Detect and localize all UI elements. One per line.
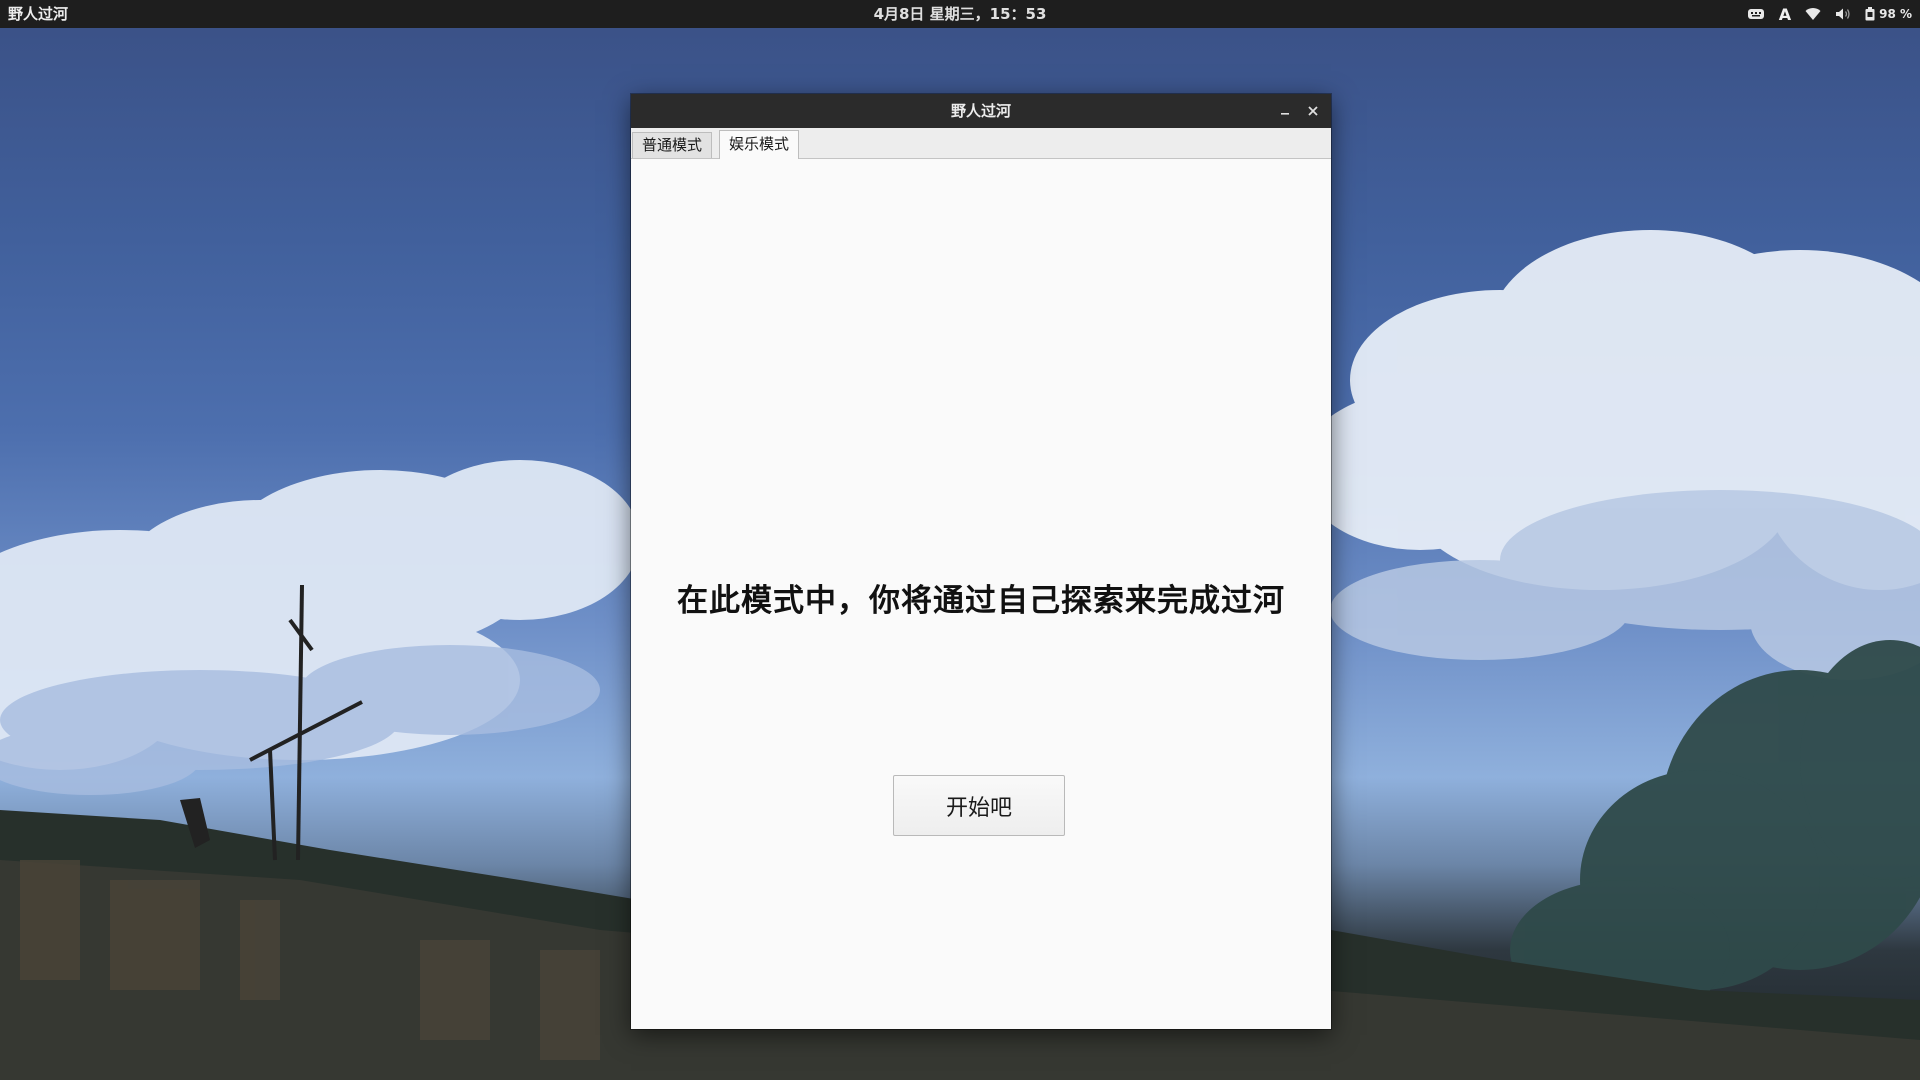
network-indicator[interactable] bbox=[1805, 0, 1821, 28]
wifi-icon bbox=[1805, 8, 1821, 20]
battery-indicator[interactable]: 98 % bbox=[1865, 0, 1912, 28]
system-tray: A 98 % bbox=[1747, 0, 1912, 28]
battery-percentage: 98 % bbox=[1879, 7, 1912, 21]
panel-clock-container: 4月8日 星期三，15：53 bbox=[0, 0, 1920, 28]
start-button[interactable]: 开始吧 bbox=[893, 775, 1065, 836]
app-window: 野人过河 普通模式 娱乐模式 在此模式中，你将通过自己探索来完成过河 开始吧 bbox=[631, 94, 1331, 1029]
input-method-label: A bbox=[1778, 4, 1792, 24]
top-panel: 野人过河 4月8日 星期三，15：53 A 98 % bbox=[0, 0, 1920, 28]
close-icon bbox=[1308, 106, 1318, 116]
minimize-button[interactable] bbox=[1275, 101, 1295, 121]
volume-indicator[interactable] bbox=[1835, 0, 1851, 28]
tab-content-panel: 在此模式中，你将通过自己探索来完成过河 开始吧 bbox=[631, 159, 1331, 1029]
minimize-icon bbox=[1281, 113, 1289, 115]
mode-description: 在此模式中，你将通过自己探索来完成过河 bbox=[677, 583, 1285, 619]
window-title: 野人过河 bbox=[950, 102, 1011, 120]
battery-icon bbox=[1865, 7, 1875, 21]
keyboard-icon bbox=[1747, 9, 1764, 19]
close-button[interactable] bbox=[1303, 101, 1323, 121]
panel-clock[interactable]: 4月8日 星期三，15：53 bbox=[874, 0, 1047, 28]
window-titlebar[interactable]: 野人过河 bbox=[631, 94, 1331, 128]
tab-entertainment-mode[interactable]: 娱乐模式 bbox=[719, 130, 800, 159]
mode-tabbar: 普通模式 娱乐模式 bbox=[631, 128, 1331, 159]
keyboard-indicator[interactable] bbox=[1747, 0, 1765, 28]
tab-normal-mode[interactable]: 普通模式 bbox=[632, 132, 713, 158]
input-method-indicator[interactable]: A bbox=[1779, 0, 1791, 28]
volume-icon bbox=[1836, 8, 1850, 20]
